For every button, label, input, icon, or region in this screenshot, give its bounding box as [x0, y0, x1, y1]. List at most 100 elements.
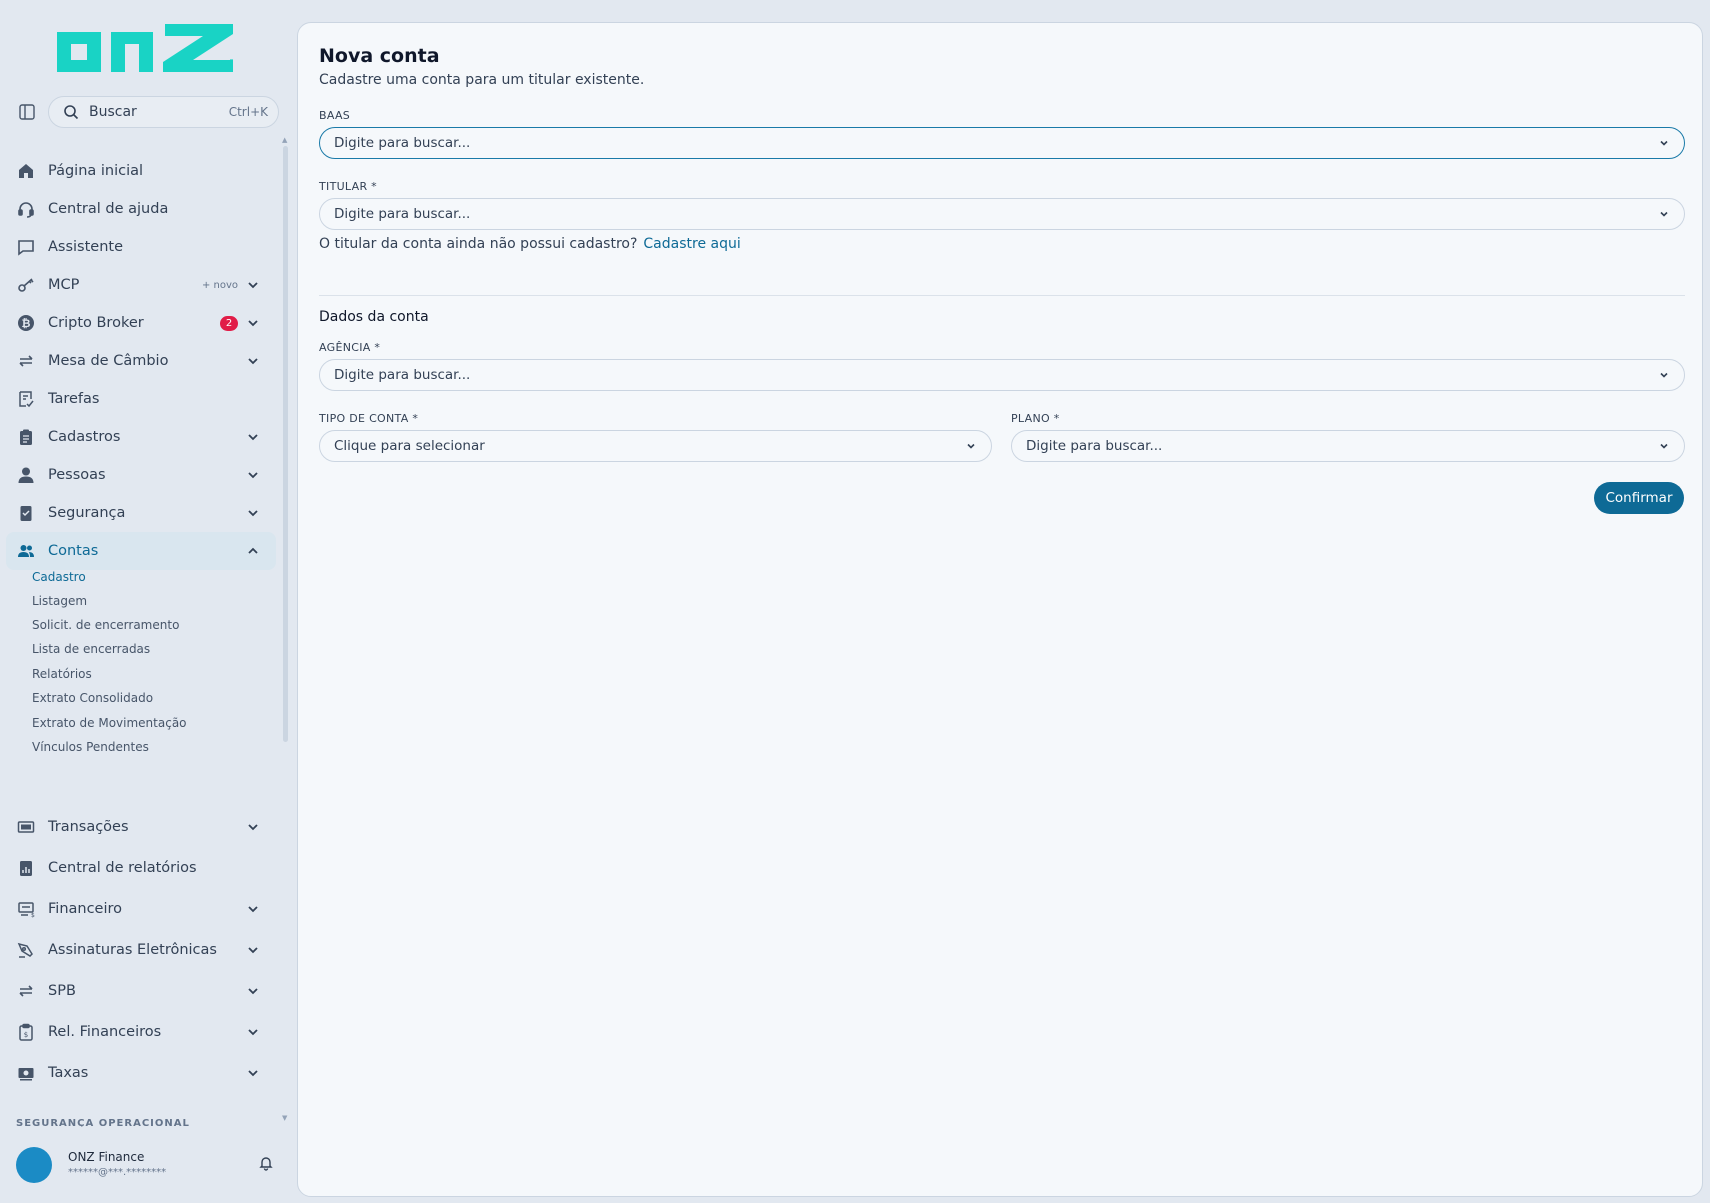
sidebar-item-label: Central de relatórios	[48, 860, 197, 876]
user-name: ONZ Finance	[68, 1150, 145, 1164]
plano-input[interactable]	[1026, 438, 1658, 454]
exchange-icon	[16, 351, 36, 371]
sidebar-item-seguranca[interactable]: Segurança	[6, 494, 276, 532]
tipo-de-conta-select[interactable]	[319, 430, 992, 462]
chevron-up-icon	[248, 547, 258, 554]
titular-input[interactable]	[334, 206, 1658, 222]
sidebar-item-assinaturas-eletronicas[interactable]: Assinaturas Eletrônicas	[6, 931, 276, 969]
sidebar-item-mesa-de-cambio[interactable]: Mesa de Câmbio	[6, 342, 276, 380]
sidebar-item-label: Assistente	[48, 239, 124, 255]
clipboard-icon	[16, 427, 36, 447]
sidebar-item-label: Segurança	[48, 505, 126, 521]
sidebar-item-central-de-relatorios[interactable]: Central de relatórios	[6, 849, 276, 887]
sidebar-item-transacoes[interactable]: Transações	[6, 808, 276, 846]
exchange-icon	[16, 981, 36, 1001]
baas-select[interactable]	[319, 127, 1685, 159]
sidebar-item-label: Central de ajuda	[48, 201, 169, 217]
sidebar-item-assistente[interactable]: Assistente	[6, 228, 276, 266]
bell-icon[interactable]	[258, 1155, 274, 1171]
scroll-down-arrow[interactable]: ▼	[282, 1114, 287, 1122]
key-icon	[16, 275, 36, 295]
chevron-down-icon	[248, 510, 258, 517]
chevron-down-icon	[248, 358, 258, 365]
search-input[interactable]: Buscar Ctrl+K	[48, 96, 279, 128]
sidebar-toggle-icon[interactable]	[18, 103, 36, 121]
sidebar-item-label: Mesa de Câmbio	[48, 353, 169, 369]
svg-text:$: $	[31, 912, 35, 918]
chevron-down-icon	[1660, 211, 1668, 217]
chevron-down-icon	[248, 472, 258, 479]
sidebar-item-central-de-ajuda[interactable]: Central de ajuda	[6, 190, 276, 228]
onz-logo	[57, 24, 233, 72]
sidebar-item-label: MCP	[48, 277, 80, 293]
sidebar-item-label: Página inicial	[48, 163, 144, 179]
sidebar-item-cripto-broker[interactable]: ₿ Cripto Broker 2	[6, 304, 276, 342]
headset-icon	[16, 199, 36, 219]
agencia-input[interactable]	[334, 367, 1658, 383]
sidebar-item-pagina-inicial[interactable]: Página inicial	[6, 152, 276, 190]
shield-check-icon	[16, 503, 36, 523]
search-shortcut: Ctrl+K	[228, 105, 268, 119]
sidebar-item-rel-financeiros[interactable]: $ Rel. Financeiros	[6, 1013, 276, 1051]
page-title: Nova conta	[319, 45, 440, 67]
sidebar-item-cadastros[interactable]: Cadastros	[6, 418, 276, 456]
cadastre-aqui-link[interactable]: Cadastre aqui	[643, 236, 740, 252]
section-label-seguranca-operacional: SEGURANÇA OPERACIONAL	[16, 1118, 190, 1127]
chevron-down-icon	[1660, 140, 1668, 146]
submenu-item-solicit-encerramento[interactable]: Solicit. de encerramento	[32, 618, 179, 632]
sidebar-item-mcp[interactable]: MCP + novo	[6, 266, 276, 304]
submenu-item-extrato-consolidado[interactable]: Extrato Consolidado	[32, 691, 153, 705]
agencia-select[interactable]	[319, 359, 1685, 391]
chevron-down-icon	[248, 906, 258, 913]
sidebar-scrollbar[interactable]	[283, 146, 288, 742]
submenu-item-extrato-movimentacao[interactable]: Extrato de Movimentação	[32, 716, 187, 730]
user-profile[interactable]: ONZ Finance ******@***.********	[0, 1140, 292, 1200]
chat-icon	[16, 237, 36, 257]
plano-select[interactable]	[1011, 430, 1685, 462]
search-label: Buscar	[89, 104, 137, 120]
sidebar-item-label: Tarefas	[48, 391, 100, 407]
confirm-button[interactable]: Confirmar	[1594, 482, 1684, 514]
main-panel: Nova conta Cadastre uma conta para um ti…	[297, 22, 1703, 1197]
sidebar-item-label: Financeiro	[48, 901, 123, 917]
submenu-item-listagem[interactable]: Listagem	[32, 594, 87, 608]
agencia-label: AGÊNCIA *	[319, 341, 381, 354]
sidebar-item-contas[interactable]: Contas	[6, 532, 276, 570]
tipo-de-conta-input[interactable]	[334, 438, 965, 454]
chevron-down-icon	[1660, 443, 1668, 449]
submenu-item-relatorios[interactable]: Relatórios	[32, 667, 92, 681]
chevron-down-icon	[248, 947, 258, 954]
signature-icon	[16, 940, 36, 960]
submenu-item-lista-encerradas[interactable]: Lista de encerradas	[32, 642, 150, 656]
chevron-down-icon	[248, 434, 258, 441]
sidebar-item-taxas[interactable]: Taxas	[6, 1054, 276, 1092]
titular-hint: O titular da conta ainda não possui cada…	[319, 236, 741, 252]
sidebar: Buscar Ctrl+K ▲ ▼ Página inicial Central…	[0, 0, 292, 1203]
sidebar-item-pessoas[interactable]: Pessoas	[6, 456, 276, 494]
svg-text:₿: ₿	[22, 317, 31, 330]
sidebar-item-label: Transações	[48, 819, 129, 835]
titular-select[interactable]	[319, 198, 1685, 230]
section-title-dados-da-conta: Dados da conta	[319, 309, 429, 325]
sidebar-item-tarefas[interactable]: Tarefas	[6, 380, 276, 418]
scroll-up-arrow[interactable]: ▲	[282, 136, 287, 144]
sidebar-item-financeiro[interactable]: $ Financeiro	[6, 890, 276, 928]
chevron-down-icon	[248, 1070, 258, 1077]
avatar[interactable]	[16, 1147, 52, 1183]
chevron-down-icon	[248, 988, 258, 995]
notification-badge: 2	[220, 315, 238, 331]
bitcoin-icon: ₿	[16, 313, 36, 333]
new-tag: + novo	[201, 279, 238, 291]
submenu-item-vinculos-pendentes[interactable]: Vínculos Pendentes	[32, 740, 149, 754]
chevron-down-icon	[967, 443, 975, 449]
search-icon	[64, 105, 79, 120]
sidebar-item-label: SPB	[48, 983, 76, 999]
sidebar-item-spb[interactable]: SPB	[6, 972, 276, 1010]
submenu-item-cadastro[interactable]: Cadastro	[32, 570, 86, 584]
person-icon	[16, 465, 36, 485]
sidebar-item-label: Cripto Broker	[48, 315, 144, 331]
tipo-de-conta-label: TIPO DE CONTA *	[319, 412, 419, 425]
chevron-down-icon	[248, 824, 258, 831]
baas-input[interactable]	[334, 135, 1658, 151]
sidebar-item-label: Taxas	[48, 1065, 89, 1081]
